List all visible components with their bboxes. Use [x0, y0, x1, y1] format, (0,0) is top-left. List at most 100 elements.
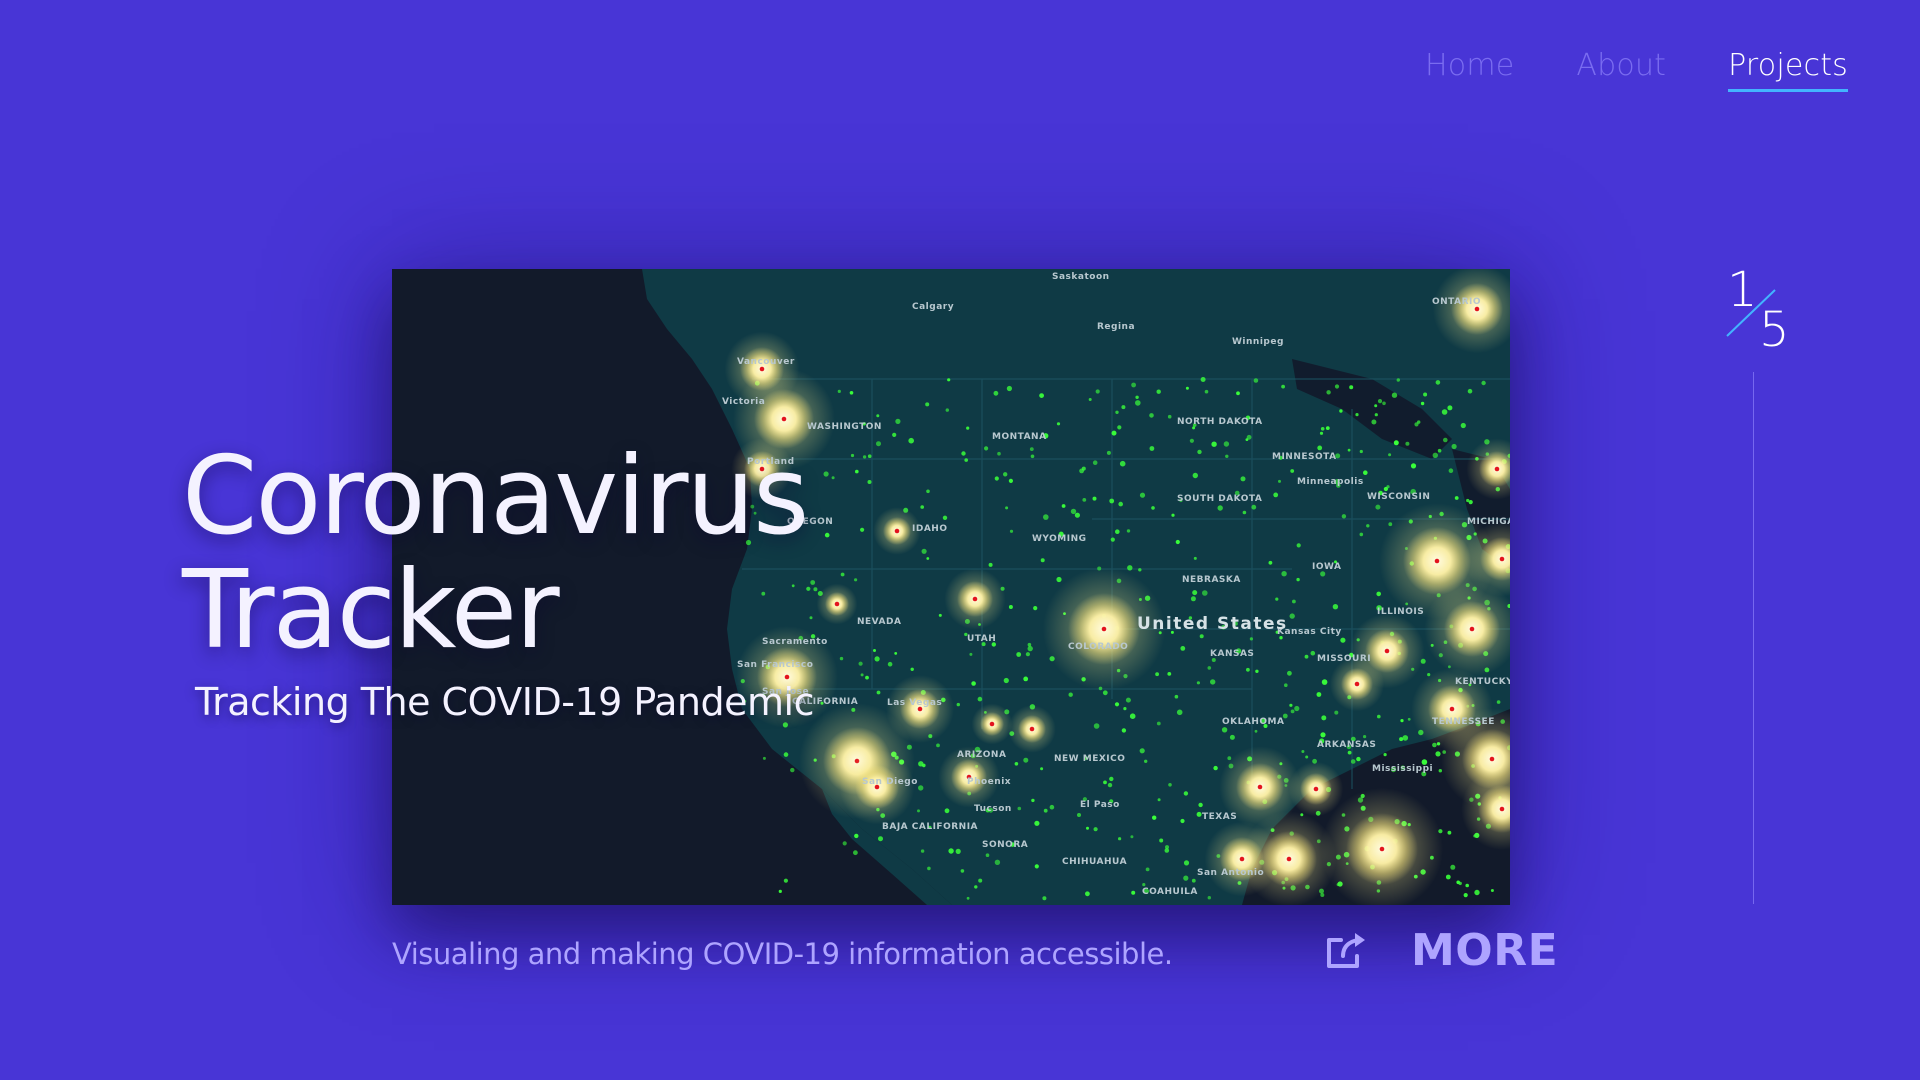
hotspot-core [1239, 856, 1245, 862]
case-dot [837, 389, 841, 393]
case-dot [1008, 478, 1014, 483]
map-label-region: NEVADA [857, 617, 901, 627]
case-dot [783, 752, 789, 757]
case-dot [1251, 504, 1257, 510]
case-dot [1467, 388, 1473, 394]
case-dot [1121, 405, 1126, 410]
case-dot [1029, 447, 1034, 451]
case-dot [1320, 732, 1326, 738]
case-dot [985, 853, 990, 857]
case-dot [1061, 504, 1066, 508]
case-dot [984, 446, 989, 451]
case-dot [1043, 514, 1049, 520]
case-dot [938, 613, 942, 617]
case-dot [1460, 422, 1466, 429]
case-dot [1366, 524, 1370, 528]
hotspot-core [784, 674, 790, 680]
case-dot [849, 391, 854, 395]
hotspot-core [1379, 846, 1385, 852]
map-label-region: MISSOURI [1317, 654, 1371, 664]
case-dot [831, 476, 835, 480]
map-label-region: UTAH [967, 634, 996, 644]
case-dot [1126, 529, 1131, 533]
case-dot [1254, 729, 1258, 733]
case-dot [1152, 815, 1157, 820]
case-dot [1175, 539, 1180, 545]
hotspot-core [1499, 556, 1505, 562]
case-dot [1088, 398, 1092, 401]
case-dot [1131, 382, 1136, 388]
hotspot-core [1384, 648, 1390, 654]
case-dot [1245, 438, 1249, 441]
case-dot [1213, 765, 1218, 771]
more-label[interactable]: MORE [1411, 925, 1558, 976]
case-dot [1102, 690, 1108, 696]
case-dot [1183, 860, 1190, 866]
case-dot [1023, 676, 1029, 682]
case-dot [878, 836, 883, 842]
map-label-region: IDAHO [912, 524, 947, 534]
case-dot [988, 562, 993, 567]
case-dot [1374, 413, 1378, 417]
case-dot [853, 850, 858, 856]
case-dot [1118, 501, 1123, 507]
project-subtitle: Tracking The COVID-19 Pandemic [195, 680, 814, 724]
case-dot [1320, 571, 1326, 577]
map-label-region: MONTANA [992, 432, 1047, 442]
hotspot-core [1449, 706, 1455, 712]
case-dot [1281, 384, 1285, 389]
case-dot [1414, 422, 1419, 427]
map-label-region: ILLINOIS [1377, 607, 1424, 617]
case-dot [1393, 440, 1399, 446]
case-dot [918, 761, 924, 767]
nav-home-link[interactable]: Home [1425, 48, 1514, 92]
case-dot [994, 859, 1001, 865]
case-dot [867, 454, 872, 458]
case-dot [809, 616, 813, 620]
map-label-region: MINNESOTA [1272, 452, 1337, 462]
map-label-city: Saskatoon [1052, 272, 1110, 282]
case-dot [1447, 405, 1453, 411]
case-dot [1202, 590, 1208, 596]
more-button[interactable]: MORE [1325, 925, 1558, 976]
map-label-region: KENTUCKY [1455, 677, 1510, 687]
nav-projects-link[interactable]: Projects [1728, 48, 1848, 92]
case-dot [1305, 755, 1309, 759]
case-dot [1456, 880, 1460, 885]
map-label-region: WASHINGTON [807, 422, 882, 432]
hotspot-core [1354, 681, 1360, 687]
case-dot [1294, 705, 1300, 712]
case-dot [1070, 508, 1077, 515]
case-dot [778, 889, 782, 894]
case-dot [1268, 560, 1273, 565]
case-dot [1396, 378, 1400, 382]
case-dot [920, 505, 924, 509]
case-dot [1341, 514, 1347, 519]
case-dot [1086, 826, 1089, 830]
case-dot [1121, 728, 1127, 733]
external-link-icon[interactable] [1325, 930, 1371, 972]
case-dot [1465, 883, 1469, 888]
case-dot [1316, 692, 1322, 697]
case-dot [1196, 681, 1200, 685]
case-dot [1463, 893, 1468, 898]
map-label-city: Calgary [912, 302, 954, 312]
case-dot [1093, 827, 1098, 832]
case-dot [1119, 460, 1126, 467]
hotspot-core [1286, 856, 1292, 862]
case-dot [1138, 568, 1142, 572]
case-dot [1109, 776, 1114, 782]
case-dot [966, 426, 970, 430]
case-dot [1240, 476, 1246, 482]
project-title-line2: Tracker [182, 548, 560, 673]
case-dot [1192, 590, 1198, 596]
case-dot [1095, 389, 1100, 394]
case-dot [1278, 479, 1281, 483]
case-dot [895, 418, 901, 424]
nav-about-link[interactable]: About [1576, 48, 1666, 92]
case-dot [1139, 748, 1145, 754]
case-dot [948, 848, 954, 854]
hotspot-core [972, 596, 978, 602]
case-dot [1290, 709, 1295, 714]
case-dot [1167, 414, 1172, 419]
